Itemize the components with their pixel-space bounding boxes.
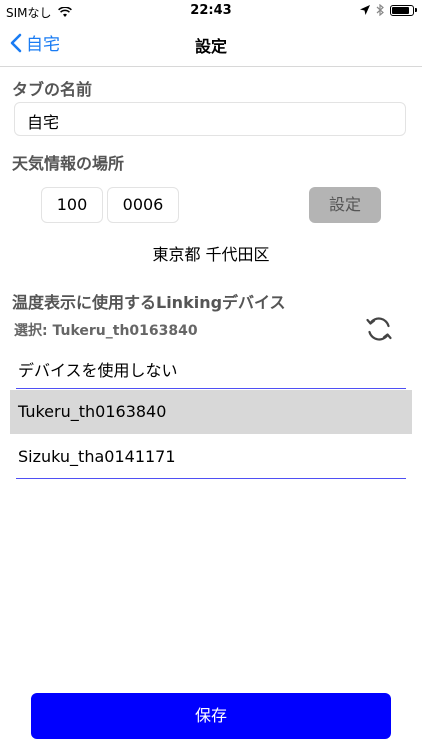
device-option-divider <box>16 388 406 389</box>
location-label: 東京都 千代田区 <box>152 245 270 264</box>
postal-code-first-input[interactable]: 100 <box>41 187 103 223</box>
status-time: 22:43 <box>190 3 232 18</box>
refresh-icon[interactable] <box>364 314 394 344</box>
save-button[interactable]: 保存 <box>31 693 391 739</box>
selected-device-label: 選択: Tukeru_th0163840 <box>14 323 198 339</box>
page-title: 設定 <box>194 37 227 56</box>
tab-name-input[interactable]: 自宅 <box>14 102 406 136</box>
status-bar: SIMなし 22:43 <box>0 0 422 22</box>
battery-icon <box>390 4 417 16</box>
set-location-button[interactable]: 設定 <box>309 187 381 223</box>
device-heading: 温度表示に使用するLinkingデバイス <box>12 293 286 312</box>
navigation-bar: 自宅 設定 <box>0 22 422 67</box>
device-option-label: Sizuku_tha0141171 <box>18 447 176 466</box>
device-option-label: デバイスを使用しない <box>18 361 178 380</box>
postal-code-second-input[interactable]: 0006 <box>107 187 179 223</box>
weather-location-heading: 天気情報の場所 <box>12 154 125 173</box>
tab-name-heading: タブの名前 <box>12 80 93 99</box>
status-right <box>360 4 417 16</box>
battery-fill <box>392 6 409 14</box>
device-option-tukeru[interactable]: Tukeru_th0163840 <box>10 390 412 434</box>
bluetooth-icon <box>376 4 384 16</box>
device-option-divider <box>16 478 406 479</box>
location-arrow-icon <box>360 5 370 15</box>
device-option-none[interactable]: デバイスを使用しない <box>10 345 412 389</box>
device-option-sizuku[interactable]: Sizuku_tha0141171 <box>10 435 412 479</box>
device-option-label: Tukeru_th0163840 <box>18 402 167 421</box>
